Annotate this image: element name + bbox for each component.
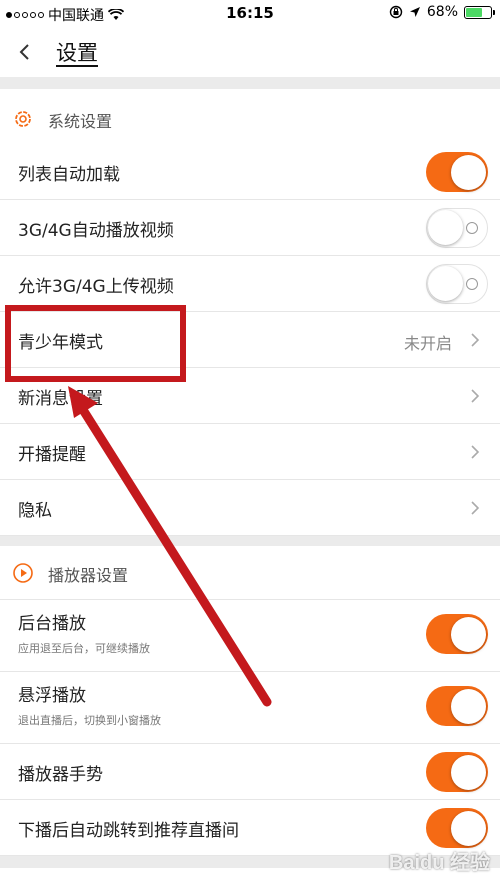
rotation-lock-icon <box>389 5 403 19</box>
live-reminder-row[interactable]: 开播提醒 <box>0 424 500 480</box>
play-circle-icon <box>13 563 33 583</box>
navigation-bar: 设置 <box>0 27 500 77</box>
location-icon <box>409 7 420 17</box>
list-autoload-toggle[interactable] <box>426 152 488 192</box>
status-bar: 中国联通 16:15 68% <box>0 0 500 27</box>
chevron-right-icon <box>471 445 480 459</box>
background-play-toggle[interactable] <box>426 614 488 654</box>
upload-video-row: 允许3G/4G上传视频 <box>0 256 500 312</box>
gear-icon <box>15 111 31 127</box>
annotation-highlight-box <box>5 305 186 382</box>
row-label: 悬浮播放 <box>18 686 86 706</box>
teen-mode-status: 未开启 <box>403 334 452 353</box>
divider <box>0 77 500 89</box>
chevron-right-icon <box>471 501 480 515</box>
auto-jump-toggle[interactable] <box>426 808 488 848</box>
battery-icon <box>464 5 495 19</box>
section-title: 播放器设置 <box>48 566 129 585</box>
row-label: 后台播放 <box>18 614 86 634</box>
background-play-row: 后台播放 应用退至后台，可继续播放 <box>0 600 500 672</box>
row-description: 退出直播后，切换到小窗播放 <box>18 714 161 727</box>
upload-video-toggle[interactable] <box>426 264 488 304</box>
watermark-logo: Baidu 经验 <box>388 852 490 874</box>
list-autoload-row: 列表自动加载 <box>0 144 500 200</box>
section-title: 系统设置 <box>48 112 113 131</box>
row-label: 列表自动加载 <box>18 165 120 185</box>
player-settings-header: 播放器设置 <box>0 546 500 600</box>
row-label: 播放器手势 <box>18 765 103 785</box>
privacy-row[interactable]: 隐私 <box>0 480 500 536</box>
row-label: 下播后自动跳转到推荐直播间 <box>18 821 239 841</box>
divider <box>0 536 500 546</box>
floating-play-toggle[interactable] <box>426 686 488 726</box>
chevron-right-icon <box>471 333 480 347</box>
row-label: 隐私 <box>18 501 52 521</box>
chevron-right-icon <box>471 389 480 403</box>
autoplay-video-toggle[interactable] <box>426 208 488 248</box>
row-label: 新消息设置 <box>18 389 103 409</box>
row-description: 应用退至后台，可继续播放 <box>18 642 150 655</box>
row-label: 允许3G/4G上传视频 <box>18 277 174 297</box>
page-title: 设置 <box>56 41 98 65</box>
battery-percent: 68% <box>426 4 458 20</box>
player-gesture-row: 播放器手势 <box>0 744 500 800</box>
row-label: 3G/4G自动播放视频 <box>18 221 174 241</box>
system-settings-header: 系统设置 <box>0 89 500 149</box>
player-gesture-toggle[interactable] <box>426 752 488 792</box>
back-arrow-icon[interactable] <box>14 37 36 67</box>
floating-play-row: 悬浮播放 退出直播后，切换到小窗播放 <box>0 672 500 744</box>
row-label: 开播提醒 <box>18 445 86 465</box>
autoplay-video-row: 3G/4G自动播放视频 <box>0 200 500 256</box>
